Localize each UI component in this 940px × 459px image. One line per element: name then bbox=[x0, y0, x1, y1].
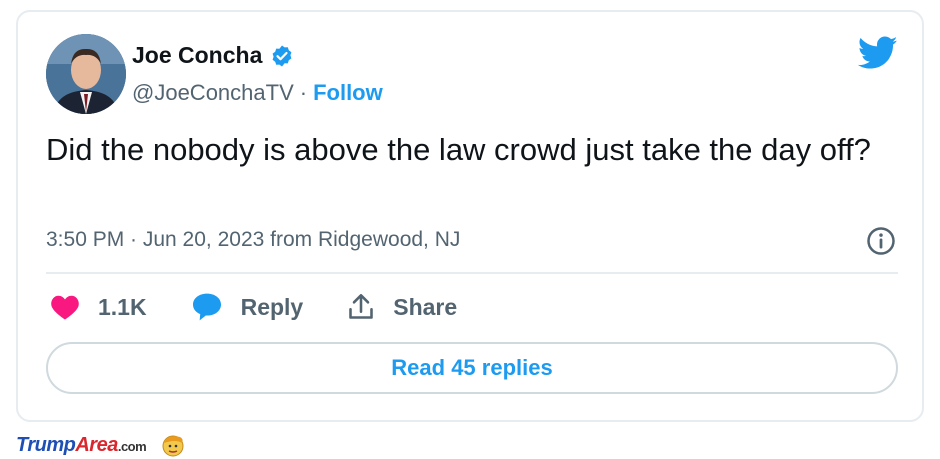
handle-separator: · bbox=[299, 80, 308, 105]
read-replies-button[interactable]: Read 45 replies bbox=[46, 342, 898, 394]
tweet-card: Joe Concha @JoeConchaTV · Follow Did the… bbox=[16, 10, 924, 422]
reply-label: Reply bbox=[240, 293, 304, 320]
display-name[interactable]: Joe Concha bbox=[132, 42, 262, 69]
twitter-bird-icon[interactable] bbox=[858, 36, 898, 70]
share-icon bbox=[349, 294, 374, 319]
info-icon[interactable] bbox=[866, 226, 896, 256]
handle-row: @JoeConchaTV · Follow bbox=[132, 80, 383, 106]
tweet-timestamp[interactable]: 3:50 PM · Jun 20, 2023 from Ridgewood, N… bbox=[46, 228, 460, 252]
tweet-text: Did the nobody is above the law crowd ju… bbox=[46, 132, 871, 167]
watermark-logo-icon bbox=[162, 435, 184, 457]
verified-badge-icon bbox=[272, 45, 292, 66]
share-label: Share bbox=[393, 293, 458, 320]
avatar-image bbox=[46, 34, 126, 114]
watermark: TrumpArea.com bbox=[16, 432, 186, 458]
handle[interactable]: @JoeConchaTV bbox=[132, 80, 294, 106]
follow-button[interactable]: Follow bbox=[313, 80, 383, 106]
like-button[interactable]: 1.1K bbox=[50, 293, 147, 321]
action-bar: 1.1K Reply Share bbox=[50, 292, 501, 322]
share-button[interactable]: Share bbox=[347, 293, 457, 321]
watermark-text[interactable]: TrumpArea.com bbox=[16, 433, 147, 457]
speech-bubble-icon bbox=[192, 293, 221, 321]
heart-icon bbox=[51, 295, 79, 320]
watermark-part1: Trump bbox=[16, 433, 76, 456]
watermark-part2: Area bbox=[75, 433, 118, 456]
like-count: 1.1K bbox=[98, 293, 147, 320]
divider bbox=[46, 272, 898, 274]
watermark-suffix: .com bbox=[117, 438, 147, 454]
avatar[interactable] bbox=[46, 34, 126, 114]
author-row: Joe Concha bbox=[132, 42, 294, 69]
reply-button[interactable]: Reply bbox=[191, 292, 304, 322]
